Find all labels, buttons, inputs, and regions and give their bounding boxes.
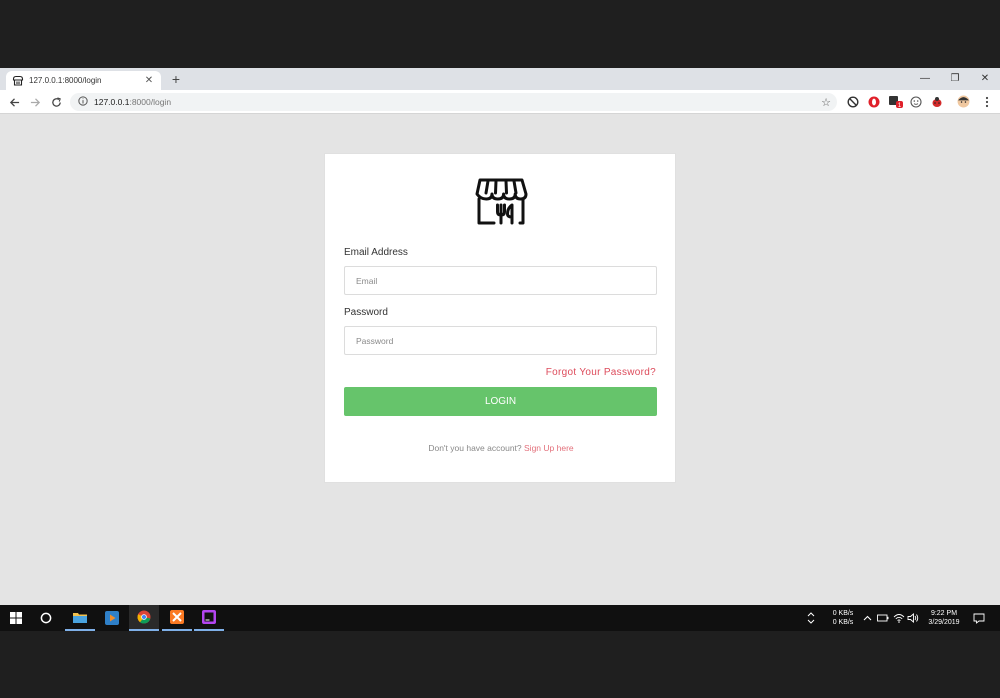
network-download-speed: 0 KB/s	[832, 619, 854, 626]
media-player-icon[interactable]	[97, 605, 127, 631]
close-window-button[interactable]: ✕	[970, 68, 1000, 88]
url-text[interactable]: 127.0.0.1:8000/login	[94, 97, 171, 107]
bookmark-star-icon[interactable]: ☆	[821, 96, 831, 109]
signup-row: Don't you have account? Sign Up here	[325, 443, 677, 453]
password-input[interactable]	[344, 326, 657, 355]
xampp-icon[interactable]	[162, 605, 192, 631]
store-logo-icon	[473, 172, 529, 228]
windows-taskbar: 0 KB/s 0 KB/s 9:22 PM 3/29/2019	[0, 605, 1000, 631]
network-speed: 0 KB/s 0 KB/s	[824, 605, 862, 631]
back-icon[interactable]	[6, 94, 22, 110]
signup-link[interactable]: Sign Up here	[524, 443, 574, 453]
clock-time: 9:22 PM	[930, 610, 958, 617]
email-input[interactable]	[344, 266, 657, 295]
menu-kebab-icon[interactable]	[980, 95, 993, 108]
tab-close-icon[interactable]: ✕	[143, 75, 155, 86]
login-button[interactable]: LOGIN	[344, 387, 657, 416]
face-extension-icon[interactable]	[909, 95, 922, 108]
minimize-button[interactable]: —	[910, 68, 940, 88]
new-tab-button[interactable]: +	[168, 71, 184, 87]
email-label: Email Address	[344, 247, 408, 258]
url-host: 127.0.0.1	[94, 97, 130, 107]
action-center-icon[interactable]	[970, 605, 988, 631]
letterbox-bottom	[0, 631, 1000, 698]
clock[interactable]: 9:22 PM 3/29/2019	[922, 605, 966, 631]
browser-tab[interactable]: 127.0.0.1:8000/login ✕	[6, 71, 161, 90]
tab-title: 127.0.0.1:8000/login	[29, 76, 102, 85]
block-extension-icon[interactable]	[846, 95, 859, 108]
browser-tabstrip: 127.0.0.1:8000/login ✕ + — ❐ ✕	[0, 68, 1000, 90]
page-viewport: Email Address Password Forgot Your Passw…	[0, 114, 1000, 605]
battery-icon[interactable]	[876, 605, 890, 631]
volume-icon[interactable]	[906, 605, 920, 631]
browser-toolbar: 127.0.0.1:8000/login ☆ 1	[0, 90, 1000, 114]
window-controls: — ❐ ✕	[910, 68, 1000, 88]
login-card: Email Address Password Forgot Your Passw…	[324, 153, 676, 483]
wifi-icon[interactable]	[892, 605, 906, 631]
cortana-search-icon[interactable]	[34, 605, 58, 631]
forward-icon[interactable]	[27, 94, 43, 110]
password-label: Password	[344, 307, 388, 318]
tray-overflow-chevron-icon[interactable]	[861, 605, 873, 631]
letterbox-top	[0, 0, 1000, 68]
opera-extension-icon[interactable]	[867, 95, 880, 108]
url-path: :8000/login	[129, 97, 172, 107]
file-explorer-icon[interactable]	[65, 605, 95, 631]
ladybug-extension-icon[interactable]	[930, 95, 943, 108]
store-favicon-icon	[12, 75, 24, 87]
clock-date: 3/29/2019	[928, 619, 960, 626]
restore-button[interactable]: ❐	[940, 68, 970, 88]
network-speed-arrows-icon	[804, 605, 818, 631]
reload-icon[interactable]	[48, 94, 64, 110]
notification-extension-icon[interactable]: 1	[888, 95, 904, 108]
signup-prompt: Don't you have account?	[428, 443, 522, 453]
profile-avatar-icon[interactable]	[957, 95, 970, 108]
phpstorm-icon[interactable]	[194, 605, 224, 631]
chrome-icon[interactable]	[129, 605, 159, 631]
info-icon[interactable]	[78, 93, 88, 111]
address-bar[interactable]: 127.0.0.1:8000/login ☆	[70, 93, 837, 111]
windows-start-icon[interactable]	[4, 605, 28, 631]
network-upload-speed: 0 KB/s	[832, 610, 854, 617]
forgot-password-link[interactable]: Forgot Your Password?	[546, 367, 656, 378]
